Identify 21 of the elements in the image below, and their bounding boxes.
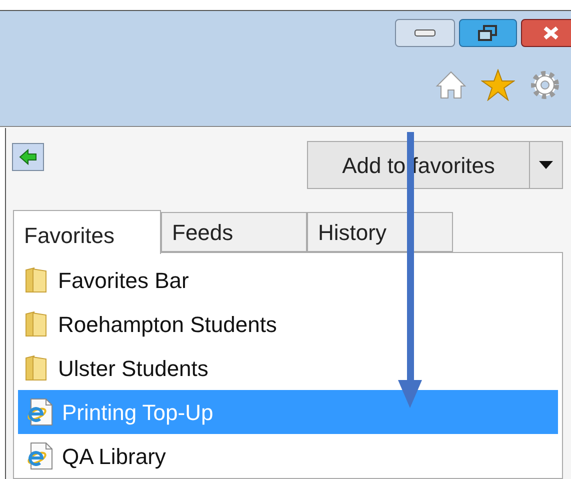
close-button[interactable] [521, 19, 571, 47]
pin-button[interactable] [12, 143, 44, 171]
tab[interactable]: History [307, 212, 453, 252]
favorite-item[interactable]: Favorites Bar [18, 258, 558, 302]
favorite-item[interactable]: Roehampton Students [18, 302, 558, 346]
star-icon[interactable] [481, 69, 515, 101]
settings-icon[interactable] [529, 69, 561, 101]
favorite-item[interactable]: QA Library [18, 434, 558, 478]
arrow-icon [18, 148, 38, 166]
favorite-item[interactable]: Ulster Students [18, 346, 558, 390]
minimize-button[interactable] [395, 19, 455, 47]
tab[interactable]: Feeds [161, 212, 307, 252]
minimize-icon [414, 29, 436, 37]
tab[interactable]: Favorites [13, 210, 161, 254]
home-icon[interactable] [435, 70, 467, 100]
add-to-favorites-button[interactable]: Add to favorites [307, 141, 530, 189]
dropdown-button[interactable] [530, 141, 563, 189]
restore-button[interactable] [459, 19, 517, 47]
caret-icon [539, 161, 553, 169]
restore-icon [478, 25, 498, 41]
close-icon [542, 26, 560, 40]
